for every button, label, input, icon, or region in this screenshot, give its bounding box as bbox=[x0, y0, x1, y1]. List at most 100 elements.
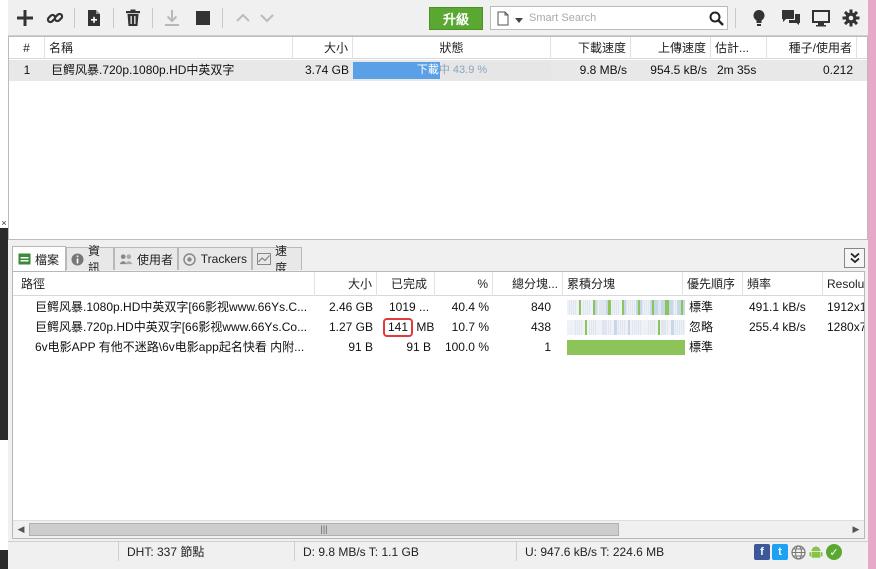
col-name[interactable]: 名稱 bbox=[45, 37, 293, 59]
peers-icon bbox=[119, 252, 133, 266]
tab-info[interactable]: 資訊 bbox=[66, 244, 114, 275]
status-bar: DHT: 337 節點 D: 9.8 MB/s T: 1.1 GB U: 947… bbox=[8, 541, 868, 562]
file-done: 141 MB bbox=[379, 317, 439, 337]
file-path: 6v电影APP 有他不迷路\6v电影app起名快看 内附... bbox=[35, 340, 305, 354]
col-pieces-bar[interactable]: 累積分塊 bbox=[563, 272, 683, 296]
file-row[interactable]: 巨鳄风暴.1080p.HD中英双字[66影视www.66Ys.C... 2.46… bbox=[13, 297, 864, 318]
file-priority: 忽略 bbox=[689, 320, 714, 334]
scroll-right-icon[interactable]: ▶ bbox=[848, 521, 864, 538]
file-pieces: 1 bbox=[544, 340, 551, 354]
col-eta[interactable]: 估計... bbox=[711, 37, 767, 59]
trash-icon[interactable] bbox=[120, 6, 146, 30]
gear-icon[interactable] bbox=[838, 6, 864, 30]
file-done: 91 B bbox=[406, 340, 431, 354]
chevron-up-icon[interactable] bbox=[230, 6, 256, 30]
search-box[interactable] bbox=[490, 6, 728, 30]
col-up-speed[interactable]: 上傳速度 bbox=[631, 37, 711, 59]
chevron-down-icon[interactable] bbox=[254, 6, 280, 30]
col-down-speed[interactable]: 下載速度 bbox=[551, 37, 631, 59]
torrent-progress-bar: 下載中 43.9 % bbox=[353, 62, 551, 79]
file-rate: 491.1 kB/s bbox=[749, 300, 806, 314]
file-pieces-bar bbox=[567, 320, 685, 335]
twitter-icon[interactable]: t bbox=[772, 544, 788, 560]
download-arrow-icon[interactable] bbox=[159, 6, 185, 30]
file-percent: 40.4 % bbox=[451, 300, 489, 314]
tab-trackers[interactable]: Trackers bbox=[178, 247, 252, 270]
right-window-border bbox=[868, 0, 876, 569]
scroll-left-icon[interactable]: ◀ bbox=[13, 521, 29, 538]
col-index[interactable]: # bbox=[9, 37, 45, 59]
file-pieces-fill bbox=[567, 300, 686, 315]
file-pieces-fill bbox=[567, 340, 685, 355]
globe-icon[interactable] bbox=[790, 544, 806, 560]
torrent-index: 1 bbox=[23, 63, 31, 77]
chat-icon[interactable] bbox=[778, 6, 804, 30]
android-icon[interactable] bbox=[808, 544, 824, 560]
file-row[interactable]: 巨鳄风暴.720p.HD中英双字[66影视www.66Ys.Co... 1.27… bbox=[13, 317, 864, 338]
tab-peers[interactable]: 使用者 bbox=[114, 247, 178, 270]
speed-graph-icon bbox=[257, 252, 271, 266]
torrent-ratio: 0.212 bbox=[822, 63, 853, 77]
torrent-down-speed: 9.8 MB/s bbox=[579, 63, 627, 77]
file-path: 巨鳄风暴.1080p.HD中英双字[66影视www.66Ys.C... bbox=[35, 300, 308, 314]
col-pieces[interactable]: 總分塊... bbox=[493, 272, 563, 296]
col-resolution[interactable]: Resolu bbox=[823, 272, 864, 296]
col-size[interactable]: 大小 bbox=[293, 37, 353, 59]
horizontal-scrollbar[interactable]: ◀ ||| ▶ bbox=[13, 520, 864, 538]
download-status: D: 9.8 MB/s T: 1.1 GB bbox=[294, 542, 516, 562]
col-rate[interactable]: 頻率 bbox=[743, 272, 823, 296]
stop-icon[interactable] bbox=[190, 6, 216, 30]
monitor-icon[interactable] bbox=[808, 6, 834, 30]
lightbulb-icon[interactable] bbox=[746, 6, 772, 30]
file-path: 巨鳄风暴.720p.HD中英双字[66影视www.66Ys.Co... bbox=[35, 320, 308, 334]
upgrade-button[interactable]: 升級 bbox=[429, 7, 483, 30]
highlighted-value: 141 bbox=[383, 318, 414, 337]
col-ratio[interactable]: 種子/使用者 bbox=[767, 37, 857, 59]
file-rate bbox=[745, 337, 823, 357]
dropdown-caret-icon[interactable] bbox=[515, 13, 523, 27]
new-file-icon[interactable] bbox=[81, 6, 107, 30]
file-rate: 255.4 kB/s bbox=[749, 320, 806, 334]
tab-files[interactable]: 檔案 bbox=[12, 246, 66, 271]
document-icon[interactable] bbox=[497, 11, 509, 29]
file-pieces: 840 bbox=[530, 300, 551, 314]
file-size: 91 B bbox=[348, 340, 373, 354]
files-list[interactable]: 路徑 大小 已完成 % 總分塊... 累積分塊 優先順序 頻率 Resolu 巨… bbox=[12, 271, 865, 539]
file-percent: 100.0 % bbox=[444, 340, 489, 354]
file-pieces: 438 bbox=[530, 320, 551, 334]
col-file-size[interactable]: 大小 bbox=[315, 272, 377, 296]
file-row[interactable]: 6v电影APP 有他不迷路\6v电影app起名快看 内附... 91 B 91 … bbox=[13, 337, 864, 358]
files-list-header: 路徑 大小 已完成 % 總分塊... 累積分塊 優先順序 頻率 Resolu bbox=[13, 272, 864, 296]
col-done[interactable]: 已完成 bbox=[377, 272, 435, 296]
col-status[interactable]: 狀態 bbox=[353, 37, 551, 59]
file-resolution: 1280x7 bbox=[827, 320, 865, 334]
torrent-list-header: # 名稱 大小 狀態 下載速度 上傳速度 估計... 種子/使用者 bbox=[9, 37, 867, 59]
col-priority[interactable]: 優先順序 bbox=[683, 272, 743, 296]
file-done-unit: MB bbox=[416, 320, 435, 334]
col-path[interactable]: 路徑 bbox=[13, 272, 315, 296]
file-pieces-fill bbox=[567, 320, 685, 335]
search-input[interactable] bbox=[529, 10, 704, 26]
torrent-up-speed: 954.5 kB/s bbox=[650, 63, 707, 77]
plus-icon[interactable] bbox=[12, 6, 38, 30]
scrollbar-thumb[interactable]: ||| bbox=[29, 523, 619, 536]
info-icon bbox=[71, 252, 84, 266]
torrent-list[interactable]: # 名稱 大小 狀態 下載速度 上傳速度 估計... 種子/使用者 1 巨鳄风暴… bbox=[8, 36, 868, 240]
torrent-name: 巨鳄风暴.720p.1080p.HD中英双字 bbox=[51, 63, 235, 77]
collapse-panel-button[interactable] bbox=[844, 248, 865, 268]
tab-speed[interactable]: 速度 bbox=[252, 244, 302, 275]
file-done: 1019 ... bbox=[389, 300, 430, 314]
file-resolution bbox=[823, 337, 864, 357]
link-icon[interactable] bbox=[42, 6, 68, 30]
detail-tabs: 檔案 資訊 使用者 Trackers 速度 bbox=[8, 244, 868, 275]
col-percent[interactable]: % bbox=[435, 272, 493, 296]
left-window-edge: × bbox=[0, 0, 8, 569]
search-icon[interactable] bbox=[709, 11, 724, 29]
upload-status: U: 947.6 kB/s T: 224.6 MB bbox=[516, 542, 746, 562]
app-window: 升級 # 名稱 bbox=[8, 0, 868, 569]
checkmark-icon[interactable]: ✓ bbox=[826, 544, 842, 560]
torrent-size: 3.74 GB bbox=[304, 63, 349, 77]
torrent-row[interactable]: 1 巨鳄风暴.720p.1080p.HD中英双字 3.74 GB 下載中 43.… bbox=[9, 60, 867, 81]
facebook-icon[interactable]: f bbox=[754, 544, 770, 560]
trackers-icon bbox=[183, 252, 197, 266]
